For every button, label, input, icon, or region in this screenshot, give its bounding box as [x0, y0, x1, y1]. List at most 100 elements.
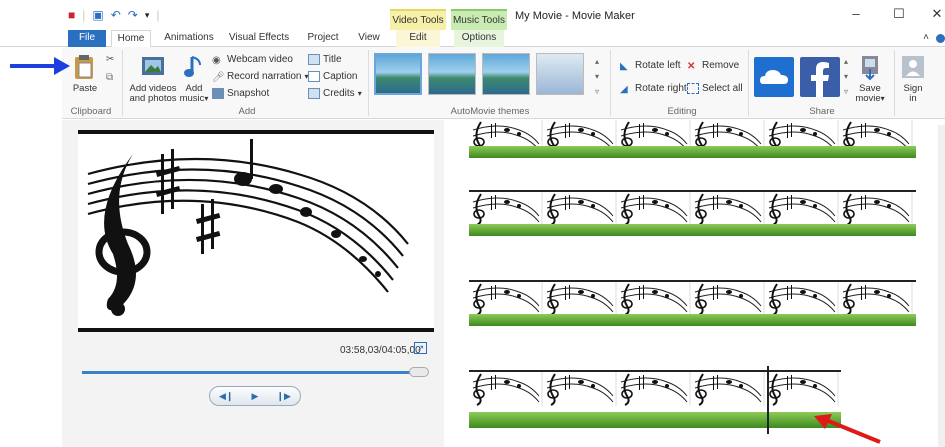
group-separator	[894, 50, 895, 116]
title-bar: ■ | ▣ ↶ ↷ ▾ | Video Tools Music Tools My…	[0, 0, 945, 30]
add-videos-label-2: and photos	[129, 93, 177, 104]
automovie-theme-4[interactable]	[536, 53, 584, 95]
customize-toolbar-icon[interactable]: ▾	[145, 9, 150, 21]
rotate-left-label: Rotate left	[635, 60, 681, 71]
facebook-icon	[811, 62, 829, 97]
caption-label: Caption	[323, 71, 358, 82]
scissors-icon: ✂	[106, 54, 115, 65]
group-separator	[368, 50, 369, 116]
minimize-button[interactable]: –	[847, 6, 865, 21]
movie-maker-window: ■ | ▣ ↶ ↷ ▾ | Video Tools Music Tools My…	[0, 0, 945, 447]
sign-in-button[interactable]: Sign in	[898, 53, 928, 104]
tab-animations[interactable]: Animations	[160, 30, 218, 47]
automovie-theme-3[interactable]	[482, 53, 530, 95]
playhead[interactable]	[767, 366, 769, 434]
group-label-editing: Editing	[667, 106, 697, 117]
copy-button[interactable]: ⧉	[106, 71, 113, 84]
tab-visual-effects[interactable]: Visual Effects	[226, 30, 292, 47]
clip-strip[interactable]	[469, 120, 916, 158]
add-music-label-2: music	[179, 93, 205, 104]
group-label-add: Add	[238, 106, 256, 117]
seek-thumb[interactable]	[409, 367, 429, 377]
title-label: Title	[323, 54, 342, 65]
automovie-theme-2[interactable]	[428, 53, 476, 95]
maximize-button[interactable]: ☐	[890, 6, 908, 22]
seek-bar[interactable]	[82, 371, 428, 374]
rotate-left-icon: ◣	[620, 61, 628, 72]
title-button[interactable]: Title	[308, 53, 342, 66]
expand-gallery-icon[interactable]: ▿	[595, 85, 599, 98]
paste-label: Paste	[72, 83, 98, 94]
next-frame-icon[interactable]: ❙▶	[277, 391, 291, 402]
scroll-up-icon[interactable]: ▴	[844, 55, 848, 68]
vertical-scrollbar[interactable]	[938, 125, 945, 447]
tab-edit[interactable]: Edit	[396, 30, 440, 47]
clip-strip[interactable]	[469, 370, 841, 428]
group-label-share: Share	[809, 106, 835, 117]
caption-button[interactable]: Caption	[308, 70, 357, 83]
film-save-icon	[862, 56, 878, 81]
quick-access-toolbar: ■ | ▣ ↶ ↷ ▾ |	[68, 9, 160, 21]
redo-icon[interactable]: ↷	[128, 9, 138, 21]
snapshot-button[interactable]: Snapshot	[212, 87, 269, 100]
scroll-up-icon[interactable]: ▴	[595, 55, 599, 68]
add-videos-and-photos-button[interactable]: Add videos and photos	[128, 53, 178, 104]
collapse-ribbon-icon[interactable]: ˄	[920, 30, 932, 47]
paste-button[interactable]: Paste	[68, 53, 102, 94]
fullscreen-preview-button[interactable]: ↗	[414, 342, 427, 354]
add-videos-icon	[142, 57, 164, 75]
previous-frame-icon[interactable]: ◀❙	[219, 391, 233, 402]
credits-icon	[308, 88, 320, 99]
share-scroll[interactable]: ▴ ▾ ▿	[844, 55, 848, 98]
remove-button[interactable]: ✕ Remove	[687, 59, 739, 72]
group-label-themes: AutoMovie themes	[450, 106, 530, 117]
credits-button[interactable]: Credits ▾	[308, 87, 362, 100]
save-icon[interactable]: ▣	[92, 9, 103, 21]
audio-waveform	[469, 224, 916, 236]
record-narration-button[interactable]: 🎤︎ Record narration ▾	[212, 70, 309, 83]
credits-label: Credits	[323, 88, 355, 99]
facebook-share-button[interactable]	[800, 57, 840, 97]
sign-in-label-2: in	[909, 93, 917, 104]
copy-icon: ⧉	[106, 72, 114, 83]
play-icon[interactable]: ▶	[252, 391, 259, 402]
tab-file[interactable]: File	[68, 30, 106, 47]
ribbon: Paste ✂ ⧉ Clipboard Add videos and photo…	[62, 47, 945, 119]
scroll-down-icon[interactable]: ▾	[844, 70, 848, 83]
help-icon[interactable]	[936, 30, 945, 47]
expand-gallery-icon[interactable]: ▿	[844, 85, 848, 98]
cut-button[interactable]: ✂	[106, 53, 114, 66]
rotate-right-label: Rotate right	[635, 83, 687, 94]
add-music-button[interactable]: Add music▾	[178, 53, 210, 104]
video-preview[interactable]	[78, 130, 434, 332]
context-label-music-tools: Music Tools	[451, 9, 507, 30]
webcam-video-button[interactable]: ◉ Webcam video	[212, 53, 293, 66]
tab-options[interactable]: Options	[454, 30, 504, 47]
tab-view[interactable]: View	[352, 30, 386, 47]
automovie-theme-1[interactable]	[374, 53, 422, 95]
rotate-left-button[interactable]: ◣ Rotate left	[620, 59, 681, 72]
snapshot-label: Snapshot	[227, 88, 270, 99]
clip-strip[interactable]	[469, 190, 916, 236]
tab-home[interactable]: Home	[111, 30, 151, 48]
themes-scroll[interactable]: ▴ ▾ ▿	[595, 55, 599, 98]
snapshot-icon	[212, 88, 224, 99]
close-button[interactable]: ✕	[928, 6, 945, 22]
undo-icon[interactable]: ↶	[111, 9, 121, 21]
blue-annotation-arrow-icon	[10, 57, 70, 75]
scroll-down-icon[interactable]: ▾	[595, 70, 599, 83]
remove-label: Remove	[702, 60, 740, 71]
divider: |	[156, 8, 160, 22]
microphone-icon: 🎤︎	[212, 72, 225, 83]
expand-icon: ↗	[414, 342, 427, 354]
app-icon[interactable]: ■	[68, 9, 75, 21]
ribbon-tabs: File Home Animations Visual Effects Proj…	[0, 30, 945, 48]
context-label-video-tools: Video Tools	[390, 9, 446, 30]
select-all-button[interactable]: Select all	[687, 82, 743, 95]
audio-waveform	[469, 314, 916, 326]
clip-strip[interactable]	[469, 280, 916, 326]
rotate-right-button[interactable]: ◢ Rotate right	[620, 82, 687, 95]
onedrive-share-button[interactable]	[754, 57, 794, 97]
tab-project[interactable]: Project	[300, 30, 346, 47]
save-movie-button[interactable]: Save movie▾	[852, 53, 888, 104]
